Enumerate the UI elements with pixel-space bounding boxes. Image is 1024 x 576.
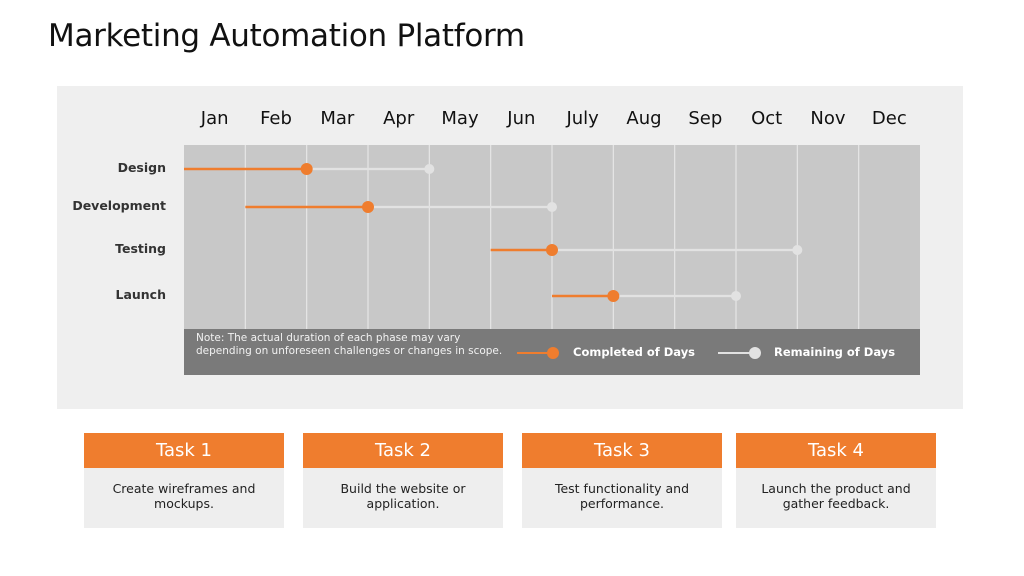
task-card-1: Task 1 Create wireframes and mockups. — [84, 433, 284, 528]
completed-marker — [607, 290, 620, 302]
legend-remaining-marker — [749, 347, 761, 359]
remaining-marker — [424, 164, 435, 174]
completed-marker — [546, 244, 558, 256]
task-card-title: Task 4 — [736, 433, 936, 468]
task-card-description: Launch the product and gather feedback. — [761, 481, 911, 511]
legend-completed-label: Completed of Days — [573, 345, 696, 359]
task-card-3: Task 3 Test functionality and performanc… — [522, 433, 722, 528]
task-card-description: Test functionality and performance. — [554, 481, 690, 511]
remaining-marker — [792, 245, 803, 255]
remaining-marker — [731, 291, 741, 301]
completed-marker — [362, 201, 374, 213]
task-card-4: Task 4 Launch the product and gather fee… — [736, 433, 936, 528]
note-legend-bar: Note: The actual duration of each phase … — [184, 329, 920, 375]
task-card-title: Task 3 — [522, 433, 722, 468]
task-card-description: Create wireframes and mockups. — [112, 481, 256, 511]
task-card-title: Task 1 — [84, 433, 284, 468]
legend-completed-marker — [547, 347, 559, 359]
completed-marker — [300, 163, 313, 175]
task-card-description: Build the website or application. — [340, 481, 466, 511]
remaining-marker — [547, 202, 557, 212]
task-card-title: Task 2 — [303, 433, 503, 468]
chart-note: Note: The actual duration of each phase … — [196, 332, 503, 357]
task-card-2: Task 2 Build the website or application. — [303, 433, 503, 528]
legend-remaining-label: Remaining of Days — [774, 345, 896, 359]
